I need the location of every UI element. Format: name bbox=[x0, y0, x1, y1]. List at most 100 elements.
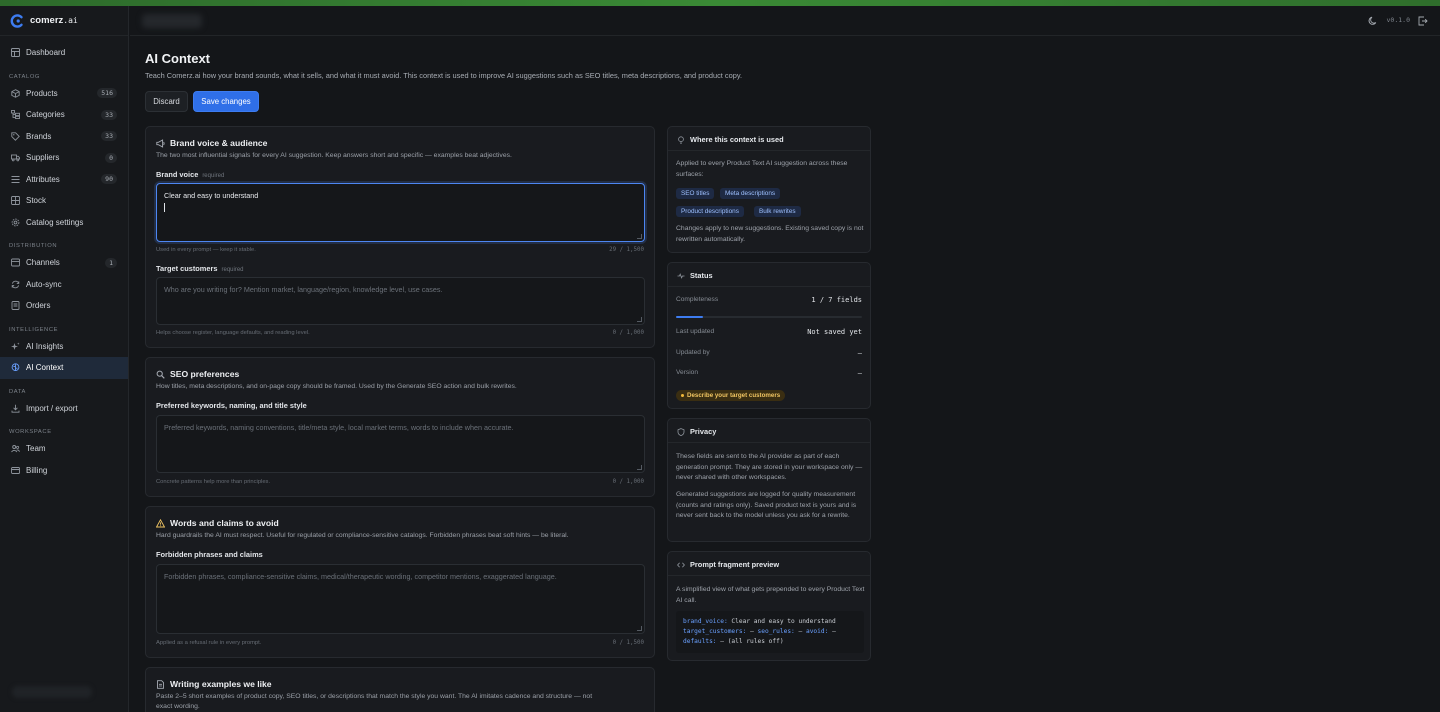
resize-handle[interactable] bbox=[637, 465, 642, 470]
prompt-preview-text: A simplified view of what gets prepended… bbox=[676, 586, 865, 604]
card-title: SEO preferences bbox=[156, 369, 239, 379]
seo-keywords-label: Preferred keywords, naming, and title st… bbox=[156, 401, 307, 410]
divider bbox=[668, 442, 870, 443]
brand-voice-label: Brand voice required bbox=[156, 170, 224, 179]
code-line: target_customers: — seo_rules: — avoid: … bbox=[683, 627, 857, 637]
card-title-text: Words and claims to avoid bbox=[170, 518, 279, 528]
card-title-text: Writing examples we like bbox=[170, 679, 272, 689]
warning-dot-icon bbox=[681, 394, 684, 397]
code-value: — bbox=[828, 628, 836, 635]
sidebar-item-ai-context[interactable]: AI Context bbox=[0, 357, 128, 379]
sidebar-item-dashboard[interactable]: Dashboard bbox=[0, 42, 128, 64]
forbidden-phrases-counter: 0 / 1,500 bbox=[612, 640, 644, 646]
sidebar-item-stock[interactable]: Stock bbox=[0, 190, 128, 212]
resize-handle[interactable] bbox=[637, 234, 642, 239]
sidebar-item-attributes[interactable]: Attributes 90 bbox=[0, 169, 128, 191]
count-badge: 1 bbox=[105, 257, 117, 268]
card-title: Prompt fragment preview bbox=[677, 560, 779, 569]
card-title-text: Brand voice & audience bbox=[170, 138, 268, 148]
label-text: Brand voice bbox=[156, 170, 199, 179]
card-title-text: Where this context is used bbox=[690, 135, 784, 144]
row-label: Completeness bbox=[676, 296, 719, 303]
seo-keywords-textarea[interactable]: Preferred keywords, naming conventions, … bbox=[156, 415, 645, 473]
logout-icon[interactable] bbox=[1416, 14, 1430, 28]
sidebar-item-ai-insights[interactable]: AI Insights bbox=[0, 336, 128, 358]
box-icon bbox=[11, 88, 20, 98]
sidebar-item-team[interactable]: Team bbox=[0, 438, 128, 460]
prompt-preview-card: Prompt fragment preview A simplified vie… bbox=[667, 551, 871, 661]
row-value: Not saved yet bbox=[807, 328, 862, 336]
count-badge: 33 bbox=[101, 131, 117, 142]
brain-icon bbox=[11, 363, 20, 372]
sidebar-item-categories[interactable]: Categories 33 bbox=[0, 104, 128, 126]
sidebar-section-intelligence: INTELLIGENCE bbox=[9, 326, 59, 333]
seo-preferences-card: SEO preferences How titles, meta descrip… bbox=[145, 357, 655, 497]
sidebar-item-brands[interactable]: Brands 33 bbox=[0, 126, 128, 148]
missing-field-warning[interactable]: Describe your target customers bbox=[676, 390, 786, 401]
forbidden-phrases-label: Forbidden phrases and claims bbox=[156, 550, 263, 559]
orders-icon bbox=[11, 301, 20, 311]
sidebar-section-data: DATA bbox=[9, 388, 26, 395]
card-title: Writing examples we like bbox=[156, 679, 272, 689]
sidebar-item-suppliers[interactable]: Suppliers 0 bbox=[0, 147, 128, 169]
updated-by-row: Updated by — bbox=[676, 349, 862, 357]
tag-icon bbox=[11, 132, 20, 141]
warning-text: Describe your target customers bbox=[687, 392, 781, 399]
version-row: Version — bbox=[676, 369, 862, 377]
sidebar-item-orders[interactable]: Orders bbox=[0, 295, 128, 317]
logo[interactable]: comerz.ai bbox=[0, 6, 128, 36]
page-description: Teach Comerz.ai how your brand sounds, w… bbox=[145, 71, 743, 80]
workspace-switcher-blurred[interactable] bbox=[142, 14, 202, 28]
resize-handle[interactable] bbox=[637, 317, 642, 322]
progress-fill bbox=[676, 316, 703, 318]
brand-voice-value: Clear and easy to understand bbox=[164, 191, 259, 200]
sidebar-item-import-export[interactable]: Import / export bbox=[0, 398, 128, 420]
sidebar-item-channels[interactable]: Channels 1 bbox=[0, 252, 128, 274]
sidebar-item-products[interactable]: Products 516 bbox=[0, 83, 128, 105]
import-export-icon bbox=[11, 404, 20, 413]
brand-voice-textarea[interactable]: Clear and easy to understand bbox=[156, 183, 645, 242]
privacy-card: Privacy These fields are sent to the AI … bbox=[667, 418, 871, 542]
surface-tag: Product descriptions bbox=[676, 206, 744, 217]
text-caret bbox=[164, 203, 165, 212]
gear-icon bbox=[11, 218, 20, 227]
sidebar-item-billing[interactable]: Billing bbox=[0, 460, 128, 482]
top-bar: v0.1.0 bbox=[130, 6, 1440, 36]
user-account-blurred[interactable] bbox=[12, 686, 92, 698]
where-used-note: Changes apply to new suggestions. Existi… bbox=[676, 225, 864, 243]
sidebar-item-label: Products bbox=[26, 88, 58, 98]
seo-keywords-counter: 0 / 1,000 bbox=[612, 479, 644, 485]
row-label: Updated by bbox=[676, 349, 710, 356]
discard-button[interactable]: Discard bbox=[145, 91, 188, 112]
sidebar-item-auto-sync[interactable]: Auto-sync bbox=[0, 274, 128, 296]
forbidden-phrases-textarea[interactable]: Forbidden phrases, compliance-sensitive … bbox=[156, 564, 645, 634]
row-label: Version bbox=[676, 369, 698, 376]
code-line: brand_voice: Clear and easy to understan… bbox=[683, 617, 857, 627]
card-title-text: SEO preferences bbox=[170, 369, 240, 379]
writing-examples-card: Writing examples we like Paste 2–5 short… bbox=[145, 667, 655, 712]
label-text: Target customers bbox=[156, 264, 218, 273]
completeness-row: Completeness 1 / 7 fields bbox=[676, 296, 862, 304]
card-title-text: Privacy bbox=[690, 427, 717, 436]
forbidden-phrases-hint: Applied as a refusal rule in every promp… bbox=[156, 640, 262, 646]
last-updated-row: Last updated Not saved yet bbox=[676, 328, 862, 336]
target-customers-textarea[interactable]: Who are you writing for? Mention market,… bbox=[156, 277, 645, 325]
count-badge: 516 bbox=[97, 88, 117, 99]
divider bbox=[668, 286, 870, 287]
sidebar-item-label: Suppliers bbox=[26, 153, 60, 163]
status-card: Status Completeness 1 / 7 fields Last upd… bbox=[667, 262, 871, 409]
resize-handle[interactable] bbox=[637, 626, 642, 631]
row-value: — bbox=[857, 369, 862, 377]
sidebar-item-catalog-settings[interactable]: Catalog settings bbox=[0, 212, 128, 234]
target-customers-hint: Helps choose register, language defaults… bbox=[156, 330, 310, 336]
code-key: defaults: bbox=[683, 638, 717, 645]
code-key: target_customers: bbox=[683, 628, 747, 635]
code-line: defaults: — (all rules off) bbox=[683, 637, 857, 647]
theme-toggle-icon[interactable] bbox=[1366, 14, 1380, 28]
brand-voice-hint: Used in every prompt — keep it stable. bbox=[156, 247, 256, 253]
target-customers-counter: 0 / 1,000 bbox=[612, 330, 644, 336]
app-version: v0.1.0 bbox=[1386, 16, 1410, 24]
save-changes-button[interactable]: Save changes bbox=[193, 91, 259, 112]
list-icon bbox=[11, 175, 20, 184]
page-title: AI Context bbox=[145, 51, 210, 66]
